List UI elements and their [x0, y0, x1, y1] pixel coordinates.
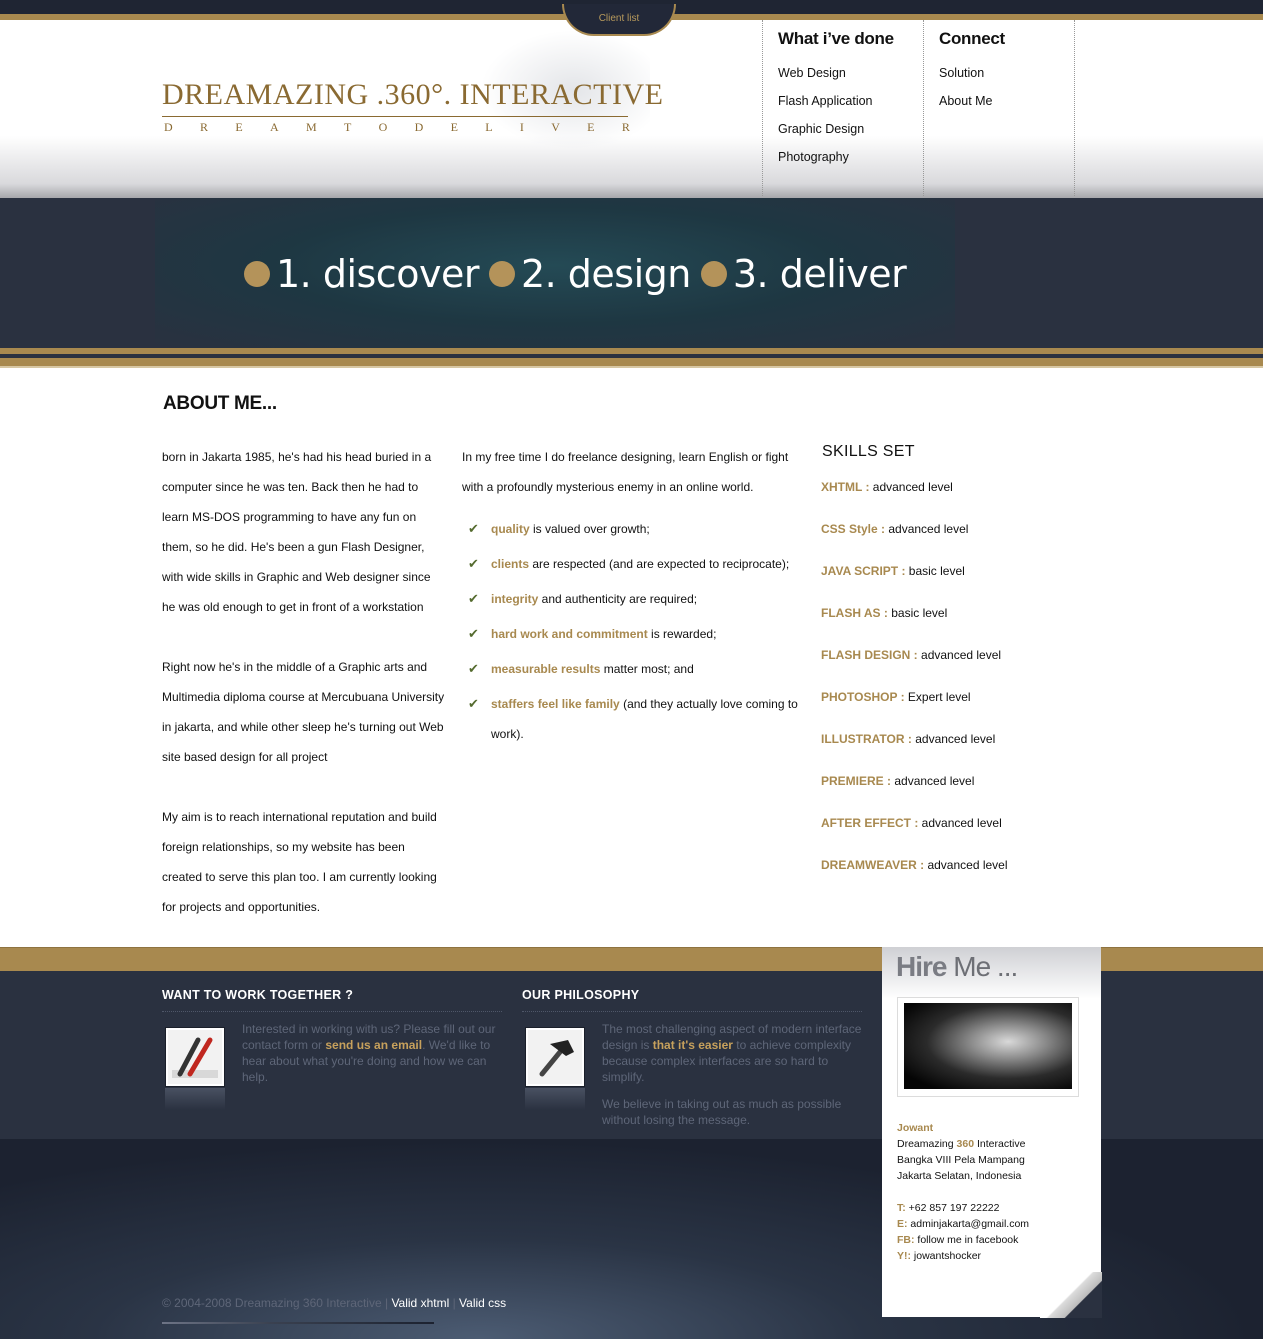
skills-list: XHTML : advanced level CSS Style : advan…: [821, 480, 1008, 900]
checkmark-icon: ✔: [468, 521, 479, 536]
nav-link-solution[interactable]: Solution: [939, 66, 993, 94]
contact-phone: T: +62 857 197 22222: [897, 1202, 1000, 1214]
values-column: In my free time I do freelance designing…: [462, 442, 807, 754]
work-together-heading: WANT TO WORK TOGETHER ?: [162, 988, 354, 1002]
pencils-icon: [166, 1028, 224, 1086]
nav-link-about-me[interactable]: About Me: [939, 94, 993, 122]
work-together-text: Interested in working with us? Please fi…: [242, 1022, 496, 1084]
contact-yahoo: Y!: jowantshocker: [897, 1250, 982, 1262]
skill-item: PHOTOSHOP : Expert level: [821, 690, 971, 704]
site-logo[interactable]: DREAMAZING .360°. INTERACTIVE DREAM TO D…: [162, 78, 663, 138]
logo-title: DREAMAZING .360°. INTERACTIVE: [162, 78, 664, 111]
banner-steps: 1. discover 2. design 3. deliver: [244, 252, 916, 296]
valid-css-link[interactable]: Valid css: [459, 1296, 506, 1310]
checkmark-icon: ✔: [468, 661, 479, 676]
profile-photo: [904, 1003, 1072, 1089]
values-list: ✔ quality is valued over growth; ✔ clients…: [462, 514, 807, 749]
bio-paragraph: Right now he's in the middle of a Graphi…: [162, 660, 445, 764]
philosophy-text-2: We believe in taking out as much as poss…: [602, 1097, 842, 1127]
contact-company: Dreamazing 360 Interactive: [897, 1138, 1026, 1150]
divider: [162, 1011, 502, 1012]
list-item: ✔ quality is valued over growth;: [462, 514, 807, 544]
step-design: 2. design: [488, 252, 691, 296]
page-title: ABOUT ME...: [163, 393, 277, 414]
skill-item: AFTER EFFECT : advanced level: [821, 816, 1002, 830]
intro-paragraph: In my free time I do freelance designing…: [462, 450, 789, 494]
checkmark-icon: ✔: [468, 626, 479, 641]
that-its-easier-link[interactable]: that it's easier: [653, 1038, 733, 1052]
bullet-dot-icon: [244, 261, 270, 287]
copyright-underline: [162, 1322, 434, 1324]
list-item: ✔ measurable results matter most; and: [462, 654, 807, 684]
logo-rule: [162, 116, 628, 117]
checkmark-icon: ✔: [468, 591, 479, 606]
contact-facebook[interactable]: FB: follow me in facebook: [897, 1232, 1029, 1248]
skill-item: CSS Style : advanced level: [821, 522, 969, 536]
send-email-link[interactable]: send us an email: [325, 1038, 422, 1052]
bio-paragraph: born in Jakarta 1985, he's had his head …: [162, 450, 432, 614]
step-deliver: 3. deliver: [700, 252, 907, 296]
banner-light-band: [0, 366, 1263, 368]
nav-link-flash-application[interactable]: Flash Application: [778, 94, 873, 122]
checkmark-icon: ✔: [468, 696, 479, 711]
list-item: ✔ clients are respected (and are expected…: [462, 549, 807, 579]
page-curl-decoration: [1040, 1272, 1102, 1318]
nav-heading-connect: Connect: [939, 29, 1005, 48]
icon-reflection: [165, 1088, 225, 1110]
contact-address-line: Jakarta Selatan, Indonesia: [897, 1170, 1022, 1182]
nav-column-connect: Connect Solution About Me: [923, 20, 1075, 196]
valid-xhtml-link[interactable]: Valid xhtml: [391, 1296, 449, 1310]
hammer-icon: [526, 1028, 584, 1086]
bullet-dot-icon: [700, 261, 727, 287]
bio-paragraph: My aim is to reach international reputat…: [162, 810, 437, 914]
step-discover: 1. discover: [244, 252, 479, 296]
skill-item: FLASH DESIGN : advanced level: [821, 648, 1002, 662]
bio-column: born in Jakarta 1985, he's had his head …: [162, 442, 447, 952]
skill-item: JAVA SCRIPT : basic level: [821, 564, 965, 578]
nav-column-work: What i’ve done Web Design Flash Applicat…: [762, 20, 923, 196]
checkmark-icon: ✔: [468, 556, 479, 571]
logo-tagline: DREAM TO DELIVER: [164, 120, 630, 134]
skill-item: PREMIERE : advanced level: [821, 774, 975, 788]
nav-link-photography[interactable]: Photography: [778, 150, 873, 178]
philosophy-text: The most challenging aspect of modern in…: [602, 1022, 862, 1084]
skill-item: DREAMWEAVER : advanced level: [821, 858, 1008, 872]
contact-name: Jowant: [897, 1122, 934, 1134]
copyright: © 2004-2008 Dreamazing 360 Interactive |…: [162, 1296, 507, 1310]
contact-address-line: Bangka VIII Pela Mampang: [897, 1154, 1025, 1166]
nav-heading-work: What i’ve done: [778, 29, 894, 48]
skills-title: SKILLS SET: [822, 443, 915, 460]
list-item: ✔ hard work and commitment is rewarded;: [462, 619, 807, 649]
divider: [522, 1011, 862, 1012]
bullet-dot-icon: [488, 261, 515, 287]
banner-gold-band-lower: [0, 358, 1263, 366]
icon-reflection: [525, 1088, 585, 1110]
list-item: ✔ staffers feel like family (and they act…: [462, 689, 807, 749]
contact-info: Jowant Dreamazing 360 Interactive Bangka…: [897, 1120, 1029, 1264]
philosophy-heading: OUR PHILOSOPHY: [522, 988, 640, 1002]
list-item: ✔ integrity and authenticity are required…: [462, 584, 807, 614]
skill-item: XHTML : advanced level: [821, 480, 953, 494]
skill-item: FLASH AS : basic level: [821, 606, 948, 620]
hire-me-title: Hire Me ...: [896, 951, 1018, 982]
nav-link-web-design[interactable]: Web Design: [778, 66, 873, 94]
contact-email[interactable]: E: adminjakarta@gmail.com: [897, 1216, 1029, 1232]
skill-item: ILLUSTRATOR : advanced level: [821, 732, 996, 746]
nav-link-graphic-design[interactable]: Graphic Design: [778, 122, 873, 150]
